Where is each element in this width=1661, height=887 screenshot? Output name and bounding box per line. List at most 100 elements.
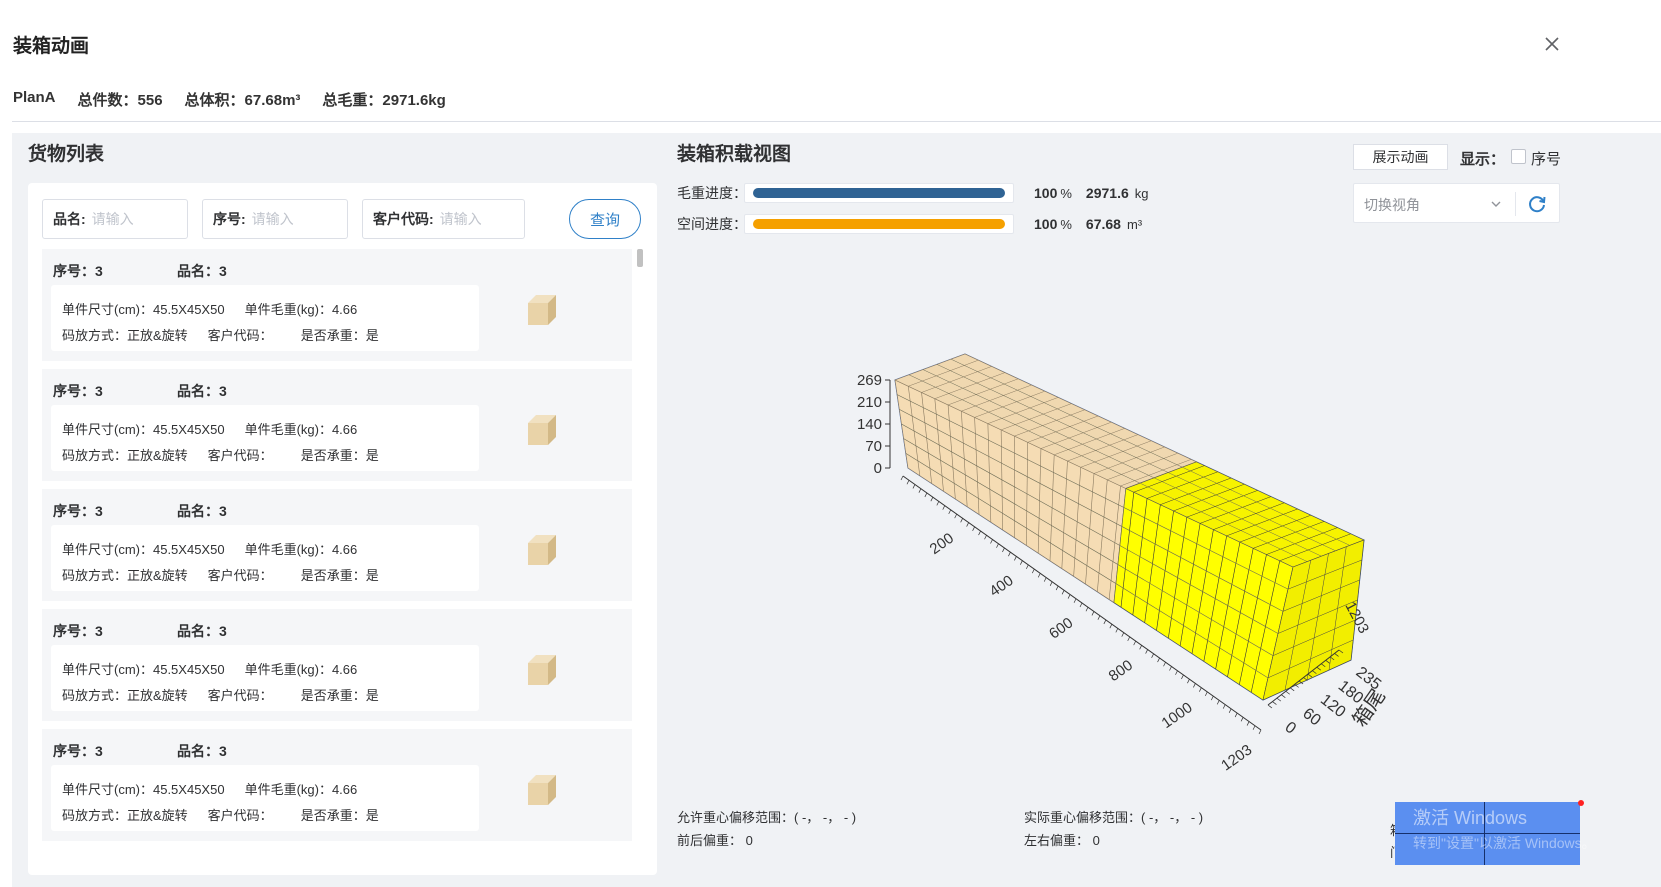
length-tick xyxy=(900,475,904,481)
show-animation-button[interactable]: 展示动画 xyxy=(1353,144,1448,170)
length-tick xyxy=(1228,708,1232,713)
length-tick xyxy=(954,513,958,519)
cargo-bearing: 是否承重：是 xyxy=(300,448,379,463)
activation-watermark-subtitle: 转到"设置"以激活 Windows。 xyxy=(1413,835,1596,851)
length-tick xyxy=(1234,712,1238,718)
cargo-weight: 单件毛重(kg)：4.66 xyxy=(244,302,358,317)
cargo-customer: 客户代码： xyxy=(207,328,273,343)
cargo-list[interactable]: 序号：3 品名：3 单件尺寸(cm)：45.5X45X50 单件毛重(kg)：4.6… xyxy=(42,249,632,875)
cargo-card[interactable]: 序号：3 品名：3 单件尺寸(cm)：45.5X45X50 单件毛重(kg)：4.6… xyxy=(42,609,632,721)
length-tick xyxy=(1246,721,1250,726)
customer-search-field[interactable]: 客户代码: xyxy=(362,199,525,239)
width-tick xyxy=(1272,701,1277,705)
cargo-size: 单件尺寸(cm)：45.5X45X50 xyxy=(62,542,225,557)
length-tick xyxy=(1151,653,1154,658)
refresh-icon[interactable] xyxy=(1525,192,1549,216)
cargo-bearing: 是否承重：是 xyxy=(300,328,379,343)
cargo-seq: 序号：3 xyxy=(53,263,103,279)
length-tick xyxy=(942,505,946,510)
weight-progress: 毛重进度： 100% 2971.6 kg xyxy=(677,182,1148,204)
select-separator xyxy=(1515,192,1516,216)
customer-search-input[interactable] xyxy=(439,211,510,227)
dialog-title: 装箱动画 xyxy=(13,36,90,57)
cargo-stack: 码放方式：正放&旋转 xyxy=(62,808,188,823)
cargo-size: 单件尺寸(cm)：45.5X45X50 xyxy=(62,662,225,677)
name-search-field[interactable]: 品名: xyxy=(42,199,188,239)
cargo-seq: 序号：3 xyxy=(53,623,103,639)
cargo-box-icon xyxy=(528,415,556,445)
length-tick xyxy=(960,518,963,523)
cargo-details: 单件尺寸(cm)：45.5X45X50 单件毛重(kg)：4.66 码放方式：正放… xyxy=(51,645,479,711)
cargo-card[interactable]: 序号：3 品名：3 单件尺寸(cm)：45.5X45X50 单件毛重(kg)：4.6… xyxy=(42,249,632,361)
total-volume: 总体积：67.68m³ xyxy=(184,92,301,109)
space-unit: m³ xyxy=(1126,217,1143,232)
cargo-stack: 码放方式：正放&旋转 xyxy=(62,448,188,463)
length-tick-label: 1000 xyxy=(1159,699,1196,732)
cargo-bearing: 是否承重：是 xyxy=(300,568,379,583)
query-button[interactable]: 查询 xyxy=(569,199,641,239)
cargo-details: 单件尺寸(cm)：45.5X45X50 单件毛重(kg)：4.66 码放方式：正放… xyxy=(51,405,479,471)
close-icon[interactable] xyxy=(1541,33,1563,55)
cargo-list-panel: 品名: 序号: 客户代码: 查询 序号：3 品名：3 单件尺寸(cm)：45.5X… xyxy=(28,183,657,875)
length-tick xyxy=(1133,640,1137,646)
length-tick xyxy=(1049,581,1053,586)
seq-search-input[interactable] xyxy=(251,211,332,227)
container-3d-view[interactable]: 269210140700200400600800100012030 6012018… xyxy=(663,240,1653,800)
cargo-list-title: 货物列表 xyxy=(28,144,105,165)
cargo-size: 单件尺寸(cm)：45.5X45X50 xyxy=(62,302,225,317)
space-percent: 100 xyxy=(1034,216,1058,232)
cargo-card[interactable]: 序号：3 品名：3 单件尺寸(cm)：45.5X45X50 单件毛重(kg)：4.6… xyxy=(42,489,632,601)
length-tick xyxy=(1079,602,1083,608)
list-scrollbar[interactable] xyxy=(637,249,645,875)
cargo-size: 单件尺寸(cm)：45.5X45X50 xyxy=(62,782,225,797)
display-label: 显示： xyxy=(1460,151,1506,168)
name-search-input[interactable] xyxy=(91,211,172,227)
header-divider xyxy=(12,121,1661,122)
height-tick-label: 0 xyxy=(874,460,882,477)
cargo-card[interactable]: 序号：3 品名：3 单件尺寸(cm)：45.5X45X50 单件毛重(kg)：4.6… xyxy=(42,369,632,481)
scroll-thumb[interactable] xyxy=(637,249,643,267)
length-tick xyxy=(966,522,969,527)
length-tick xyxy=(924,492,928,498)
cargo-name: 品名：3 xyxy=(177,743,227,759)
view-angle-select[interactable]: 切换视角 xyxy=(1353,183,1560,223)
length-tick xyxy=(1210,695,1214,701)
length-tick xyxy=(1139,645,1142,650)
length-tick xyxy=(1061,590,1065,595)
length-tick xyxy=(1020,560,1023,565)
seq-checkbox[interactable] xyxy=(1511,149,1526,164)
length-tick xyxy=(1014,556,1017,561)
length-tick xyxy=(1163,662,1166,667)
cargo-customer: 客户代码： xyxy=(207,568,273,583)
cargo-customer: 客户代码： xyxy=(207,688,273,703)
weight-percent-unit: % xyxy=(1060,186,1072,201)
cargo-customer: 客户代码： xyxy=(207,448,273,463)
length-tick xyxy=(930,497,934,502)
cargo-stack: 码放方式：正放&旋转 xyxy=(62,688,188,703)
length-tick xyxy=(1204,691,1208,697)
view-angle-placeholder: 切换视角 xyxy=(1364,197,1420,213)
width-tick-label: 60 xyxy=(1299,705,1324,729)
seq-search-field[interactable]: 序号: xyxy=(202,199,348,239)
left-right-offset: 左右偏重： 0 xyxy=(1024,833,1100,848)
length-tick xyxy=(936,501,940,506)
length-tick-label: 600 xyxy=(1046,614,1076,642)
cargo-box-icon xyxy=(528,295,556,325)
cargo-weight: 单件毛重(kg)：4.66 xyxy=(244,782,358,797)
length-tick xyxy=(1055,585,1059,591)
length-tick xyxy=(1258,729,1262,735)
length-tick xyxy=(1097,615,1101,620)
length-tick xyxy=(1103,619,1107,625)
length-tick xyxy=(1216,700,1220,705)
length-tick xyxy=(978,530,981,536)
length-tick xyxy=(1008,552,1011,557)
cargo-card[interactable]: 序号：3 品名：3 单件尺寸(cm)：45.5X45X50 单件毛重(kg)：4.6… xyxy=(42,729,632,841)
length-tick xyxy=(912,484,916,489)
length-tick xyxy=(1025,564,1029,570)
space-progress-bar xyxy=(744,214,1014,234)
length-tick xyxy=(1067,594,1071,599)
cargo-name: 品名：3 xyxy=(177,503,227,519)
cargo-name: 品名：3 xyxy=(177,623,227,639)
total-weight: 总毛重：2971.6kg xyxy=(322,92,446,109)
cargo-box-icon xyxy=(528,655,556,685)
